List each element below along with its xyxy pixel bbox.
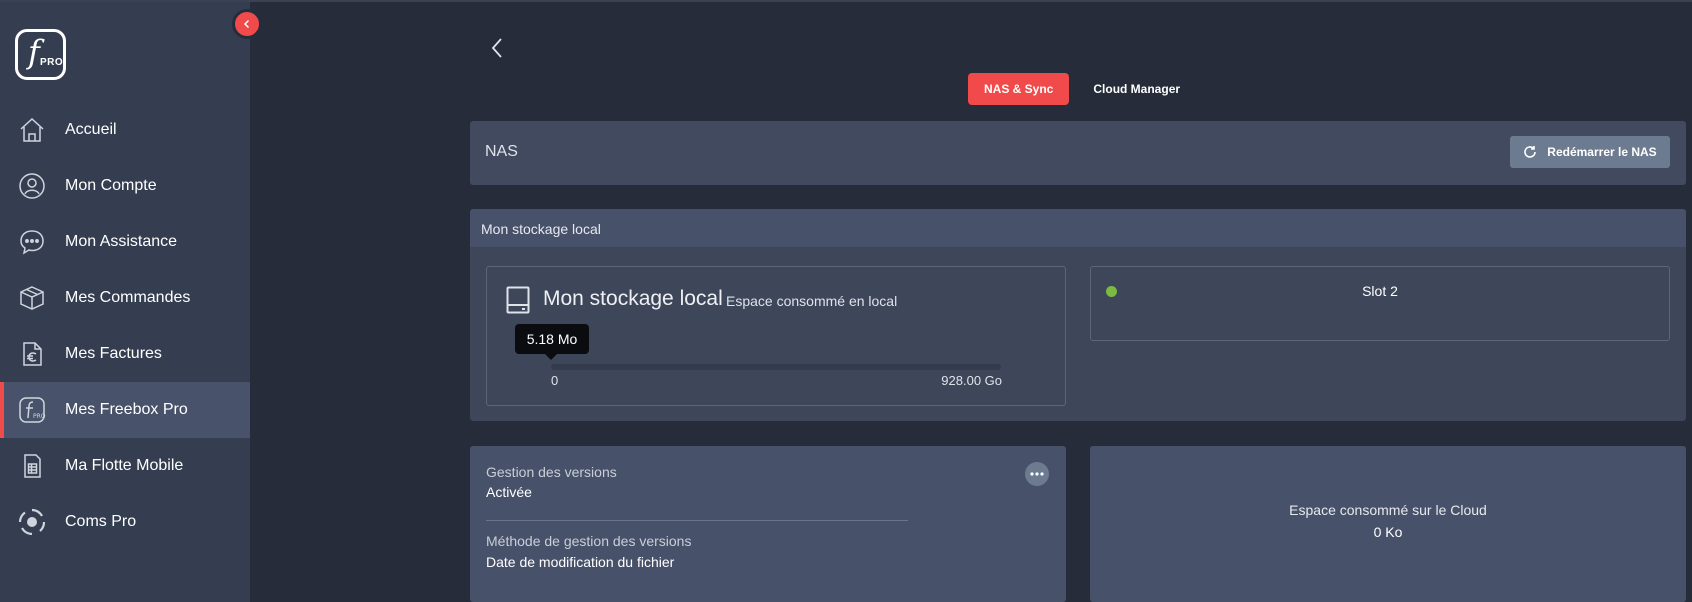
cloud-usage-value: 0 Ko [1373, 524, 1403, 540]
sidebar-item-label: Accueil [65, 121, 117, 138]
cloud-usage-card: Espace consommé sur le Cloud 0 Ko [1090, 446, 1686, 602]
usage-max-label: 928.00 Go [941, 373, 1002, 388]
tab-nas-sync[interactable]: NAS & Sync [968, 73, 1070, 105]
sidebar-item-label: Mes Commandes [65, 289, 191, 306]
freebox-pro-logo[interactable]: f PRO [15, 29, 66, 80]
restart-nas-button[interactable]: Redémarrer le NAS [1510, 136, 1670, 168]
freebox-pro-icon: PRO [18, 396, 46, 424]
logo-letter: f [28, 33, 40, 71]
refresh-icon [1524, 146, 1537, 158]
sidebar-item-mes-freebox-pro[interactable]: PRO Mes Freebox Pro [0, 382, 250, 438]
tab-bar: NAS & Sync Cloud Manager [968, 73, 1196, 105]
usage-tooltip: 5.18 Mo [515, 324, 589, 360]
collapse-sidebar-button[interactable] [232, 9, 262, 39]
coms-icon [18, 508, 46, 536]
section-title: Mon stockage local [481, 221, 601, 237]
sidebar-item-ma-flotte-mobile[interactable]: Ma Flotte Mobile [0, 438, 250, 494]
local-storage-panel: Mon stockage local Espace consommé en lo… [486, 266, 1066, 406]
chevron-left-icon [491, 38, 502, 58]
versioning-method-label: Méthode de gestion des versions [486, 533, 692, 549]
usage-bar [551, 364, 1001, 370]
svg-text:PRO: PRO [33, 413, 46, 420]
versions-card: Gestion des versions Activée Méthode de … [470, 446, 1066, 602]
local-storage-section: Mon stockage local Mon stockage local Es… [470, 209, 1686, 421]
sidebar-item-coms-pro[interactable]: Coms Pro [0, 494, 250, 550]
sidebar-item-label: Coms Pro [65, 513, 137, 530]
top-border [0, 0, 1692, 2]
divider [486, 520, 908, 521]
chevron-left-icon [243, 19, 250, 29]
sidebar-item-label: Mon Assistance [65, 233, 178, 250]
slot-label: Slot 2 [1362, 283, 1398, 299]
more-icon [1030, 472, 1044, 476]
sidebar-nav: Accueil Mon Compte Mon Assistance Mes Co… [0, 102, 250, 550]
home-icon [18, 116, 46, 144]
box-icon [18, 284, 46, 312]
section-header: Mon stockage local [470, 209, 1686, 247]
sidebar-item-mes-factures[interactable]: Mes Factures [0, 326, 250, 382]
usage-min-label: 0 [551, 373, 559, 388]
local-storage-subtitle: Espace consommé en local [726, 293, 898, 309]
hard-drive-icon [506, 286, 530, 314]
tab-cloud-manager[interactable]: Cloud Manager [1077, 73, 1196, 105]
nas-title: NAS [485, 143, 518, 160]
versioning-value: Activée [486, 484, 532, 500]
logo-sub: PRO [40, 57, 64, 68]
more-options-button[interactable] [1025, 462, 1049, 486]
versioning-method-value: Date de modification du fichier [486, 554, 675, 570]
sidebar-item-label: Mon Compte [65, 177, 157, 194]
restart-nas-label: Redémarrer le NAS [1547, 145, 1657, 159]
versioning-label: Gestion des versions [486, 464, 617, 480]
local-storage-title: Mon stockage local [543, 287, 723, 310]
back-button[interactable] [488, 36, 508, 60]
cloud-usage-label: Espace consommé sur le Cloud [1289, 502, 1487, 518]
sidebar-item-mon-assistance[interactable]: Mon Assistance [0, 214, 250, 270]
slot-panel[interactable]: Slot 2 [1090, 266, 1670, 341]
sidebar-item-label: Mes Freebox Pro [65, 401, 188, 418]
sidebar-item-accueil[interactable]: Accueil [0, 102, 250, 158]
sidebar-item-mon-compte[interactable]: Mon Compte [0, 158, 250, 214]
sidebar-item-label: Mes Factures [65, 345, 162, 362]
sidebar-item-mes-commandes[interactable]: Mes Commandes [0, 270, 250, 326]
user-icon [18, 172, 46, 200]
sidebar-item-label: Ma Flotte Mobile [65, 457, 184, 474]
euro-document-icon [18, 340, 46, 368]
sim-card-icon [18, 452, 46, 480]
chat-icon [18, 228, 46, 256]
nas-card: NAS Redémarrer le NAS [470, 121, 1686, 185]
sidebar: f PRO Accueil Mon Compte Mon Assistance [0, 2, 250, 602]
